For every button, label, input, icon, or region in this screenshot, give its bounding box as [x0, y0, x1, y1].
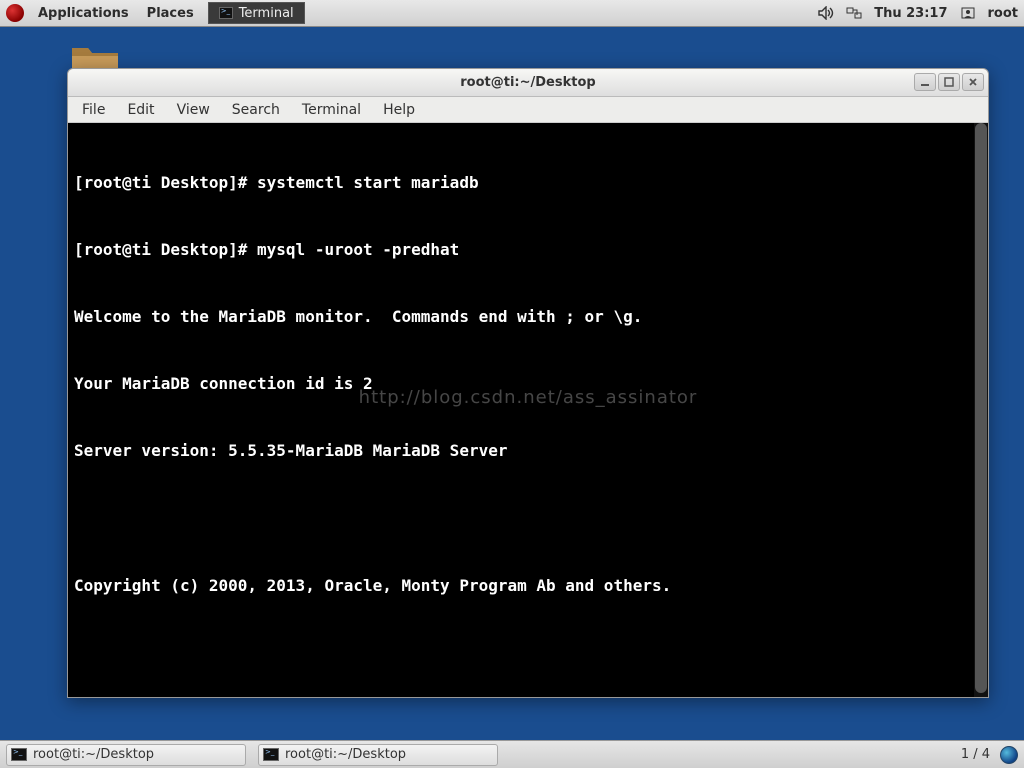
terminal-icon	[219, 7, 233, 19]
menubar: File Edit View Search Terminal Help	[68, 97, 988, 123]
terminal-line: Copyright (c) 2000, 2013, Oracle, Monty …	[74, 575, 982, 597]
terminal-window: root@ti:~/Desktop File Edit View Search …	[67, 68, 989, 698]
menu-help[interactable]: Help	[373, 100, 425, 120]
terminal-icon	[263, 748, 279, 761]
terminal-line: ​	[74, 642, 982, 664]
clock[interactable]: Thu 23:17	[874, 6, 947, 21]
close-button[interactable]	[962, 73, 984, 91]
menu-edit[interactable]: Edit	[117, 100, 164, 120]
terminal-line: Welcome to the MariaDB monitor. Commands…	[74, 306, 982, 328]
distro-icon[interactable]	[6, 4, 24, 22]
volume-icon[interactable]	[818, 6, 834, 20]
top-panel: Applications Places Terminal Thu 23:17 r…	[0, 0, 1024, 27]
terminal-body[interactable]: [root@ti Desktop]# systemctl start maria…	[68, 123, 988, 697]
scroll-thumb[interactable]	[975, 123, 987, 693]
window-title: root@ti:~/Desktop	[460, 75, 595, 90]
menu-view[interactable]: View	[167, 100, 220, 120]
terminal-line: ​	[74, 508, 982, 530]
scrollbar[interactable]	[974, 123, 988, 697]
launcher-label: Terminal	[239, 6, 294, 21]
task-label: root@ti:~/Desktop	[285, 747, 406, 762]
task-label: root@ti:~/Desktop	[33, 747, 154, 762]
terminal-line: Your MariaDB connection id is 2	[74, 373, 982, 395]
network-icon[interactable]	[846, 6, 862, 20]
bottom-panel: root@ti:~/Desktop root@ti:~/Desktop 1 / …	[0, 740, 1024, 768]
applications-menu[interactable]: Applications	[30, 6, 137, 21]
menu-file[interactable]: File	[72, 100, 115, 120]
menu-terminal[interactable]: Terminal	[292, 100, 371, 120]
menu-search[interactable]: Search	[222, 100, 290, 120]
taskbar-item[interactable]: root@ti:~/Desktop	[6, 744, 246, 766]
panel-right: Thu 23:17 root	[818, 6, 1018, 21]
user-icon[interactable]	[960, 6, 976, 20]
maximize-button[interactable]	[938, 73, 960, 91]
window-controls	[914, 73, 984, 91]
show-desktop-icon[interactable]	[1000, 746, 1018, 764]
terminal-line: [root@ti Desktop]# systemctl start maria…	[74, 172, 982, 194]
taskbar-item[interactable]: root@ti:~/Desktop	[258, 744, 498, 766]
places-menu[interactable]: Places	[139, 6, 202, 21]
user-label[interactable]: root	[988, 6, 1019, 21]
titlebar[interactable]: root@ti:~/Desktop	[68, 69, 988, 97]
terminal-line: [root@ti Desktop]# mysql -uroot -predhat	[74, 239, 982, 261]
terminal-line: Server version: 5.5.35-MariaDB MariaDB S…	[74, 440, 982, 462]
workspace-indicator[interactable]: 1 / 4	[961, 747, 990, 762]
minimize-button[interactable]	[914, 73, 936, 91]
terminal-icon	[11, 748, 27, 761]
terminal-launcher[interactable]: Terminal	[208, 2, 305, 24]
bottom-right: 1 / 4	[961, 746, 1018, 764]
panel-left: Applications Places Terminal	[6, 2, 305, 24]
